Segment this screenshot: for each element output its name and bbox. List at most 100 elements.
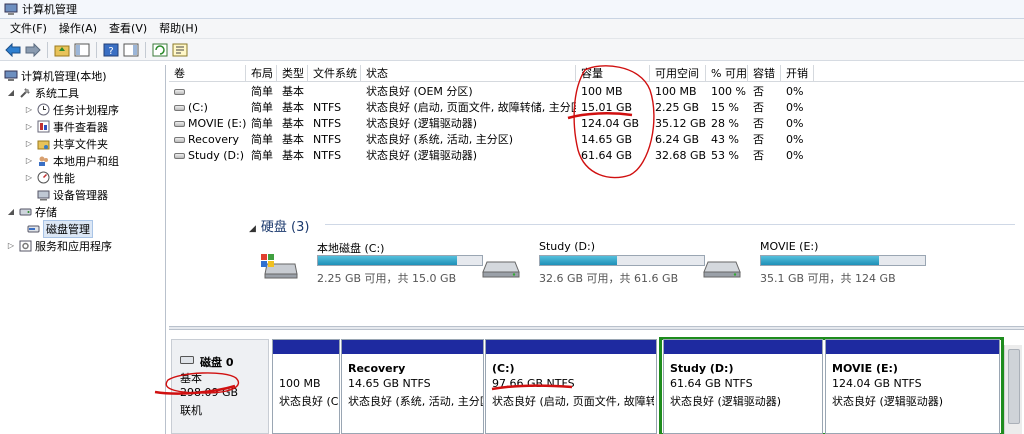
drive-space-info: 2.25 GB 可用，共 15.0 GB	[317, 272, 457, 285]
drive-tile-c[interactable]: 本地磁盘 (C:) 2.25 GB 可用，共 15.0 GB	[259, 240, 483, 290]
drive-tile-d[interactable]: Study (D:) 32.6 GB 可用，共 61.6 GB	[481, 240, 705, 290]
expanded-arrow-icon[interactable]: ◢	[6, 207, 16, 216]
console-tree-icon	[74, 43, 90, 56]
tree-item-shared-folders[interactable]: ▷ 共享文件夹	[24, 135, 108, 152]
column-header-capacity[interactable]: 容量	[576, 65, 650, 82]
up-folder-button[interactable]	[53, 41, 71, 59]
toolbar-separator	[96, 41, 97, 58]
partition-oem[interactable]: 100 MB 状态良好 (C	[272, 339, 340, 434]
partition-status: 状态良好 (C	[279, 395, 339, 408]
disk-0-label[interactable]: 磁盘 0 基本 298.09 GB 联机	[171, 339, 269, 434]
partition-d[interactable]: Study (D:) 61.64 GB NTFS 状态良好 (逻辑驱动器)	[663, 339, 823, 434]
menu-action[interactable]: 操作(A)	[53, 19, 103, 39]
tree-item-local-users[interactable]: ▷ 本地用户和组	[24, 152, 119, 169]
menu-view[interactable]: 查看(V)	[103, 19, 153, 39]
partition-size: 14.65 GB NTFS	[348, 377, 431, 390]
show-hide-tree-button[interactable]	[73, 41, 91, 59]
menu-help[interactable]: 帮助(H)	[153, 19, 204, 39]
tree-label: 设备管理器	[53, 188, 108, 202]
forward-arrow-icon	[25, 42, 41, 57]
tree-item-device-manager[interactable]: 设备管理器	[34, 186, 108, 203]
type-cell: 基本	[282, 85, 304, 98]
layout-cell: 简单	[251, 117, 273, 130]
export-list-button[interactable]	[171, 41, 189, 59]
tree-item-system-tools[interactable]: ◢ 系统工具	[6, 84, 79, 101]
column-header-volume[interactable]: 卷	[169, 65, 246, 82]
forward-button[interactable]	[24, 41, 42, 59]
disk-title: 磁盘 0	[200, 356, 234, 369]
disk-map-scrollbar[interactable]	[1004, 345, 1022, 434]
drive-tile-e[interactable]: MOVIE (E:) 35.1 GB 可用，共 124 GB	[702, 240, 926, 290]
device-manager-icon	[36, 188, 50, 202]
overhead-cell: 0%	[786, 85, 804, 98]
tree-label: 性能	[53, 171, 75, 185]
help-button[interactable]: ?	[102, 41, 120, 59]
partition-c[interactable]: (C:) 97.66 GB NTFS 状态良好 (启动, 页面文件, 故障转储	[485, 339, 657, 434]
table-row[interactable]: MOVIE (E:) 简单 基本 NTFS 状态良好 (逻辑驱动器) 124.0…	[169, 116, 1024, 132]
column-header-percent-free[interactable]: % 可用	[706, 65, 748, 82]
collapsed-arrow-icon[interactable]: ▷	[24, 173, 34, 182]
partition-recovery[interactable]: Recovery 14.65 GB NTFS 状态良好 (系统, 活动, 主分区…	[341, 339, 484, 434]
tree-item-storage[interactable]: ◢ 存储	[6, 203, 57, 220]
partition-e[interactable]: MOVIE (E:) 124.04 GB NTFS 状态良好 (逻辑驱动器)	[825, 339, 1000, 434]
partition-color-bar	[273, 340, 339, 354]
tree-item-performance[interactable]: ▷ 性能	[24, 169, 75, 186]
collapsed-arrow-icon[interactable]: ▷	[24, 122, 34, 131]
partition-name: (C:)	[492, 362, 515, 375]
capacity-cell: 15.01 GB	[581, 101, 633, 114]
collapsed-arrow-icon[interactable]: ▷	[24, 105, 34, 114]
menu-file[interactable]: 文件(F)	[4, 19, 53, 39]
column-header-type[interactable]: 类型	[277, 65, 308, 82]
expanded-arrow-icon: ◢	[249, 224, 256, 234]
tools-icon	[18, 86, 32, 100]
collapsed-arrow-icon[interactable]: ▷	[6, 241, 16, 250]
drive-usage-bar	[539, 255, 705, 266]
table-row[interactable]: (C:) 简单 基本 NTFS 状态良好 (启动, 页面文件, 故障转储, 主分…	[169, 100, 1024, 116]
show-hide-action-pane-button[interactable]	[122, 41, 140, 59]
collapsed-arrow-icon[interactable]: ▷	[24, 139, 34, 148]
computer-icon	[4, 69, 18, 83]
refresh-button[interactable]	[151, 41, 169, 59]
free-space-cell: 100 MB	[655, 85, 697, 98]
back-button[interactable]	[4, 41, 22, 59]
partition-color-bar	[664, 340, 822, 354]
tree-item-disk-management[interactable]: 磁盘管理	[24, 219, 93, 238]
disk-status: 联机	[180, 404, 202, 417]
column-header-layout[interactable]: 布局	[246, 65, 277, 82]
column-header-filesystem[interactable]: 文件系统	[308, 65, 361, 82]
column-header-fault-tolerance[interactable]: 容错	[748, 65, 781, 82]
window-title: 计算机管理	[22, 3, 77, 16]
tree-item-event-viewer[interactable]: ▷ 事件查看器	[24, 118, 108, 135]
pane-splitter[interactable]	[169, 326, 1024, 330]
collapsed-arrow-icon[interactable]: ▷	[24, 156, 34, 165]
hard-drives-heading[interactable]: ◢ 硬盘 (3)	[249, 216, 309, 235]
tree-label: 事件查看器	[53, 120, 108, 134]
partition-size: 100 MB	[279, 377, 321, 390]
overhead-cell: 0%	[786, 133, 804, 146]
toolbar-separator	[47, 41, 48, 58]
tree-item-task-scheduler[interactable]: ▷ 任务计划程序	[24, 101, 119, 118]
filesystem-cell: NTFS	[313, 101, 342, 114]
drive-usage-fill	[540, 256, 618, 265]
console-tree: 计算机管理(本地) ◢ 系统工具 ▷ 任务计划程序 ▷ 事件查看器 ▷ 共享文件…	[0, 65, 166, 434]
partition-status: 状态良好 (逻辑驱动器)	[832, 395, 944, 408]
column-header-overhead[interactable]: 开销	[781, 65, 814, 82]
volume-icon	[174, 89, 185, 95]
percent-free-cell: 100 %	[711, 85, 746, 98]
tree-item-services-apps[interactable]: ▷ 服务和应用程序	[6, 237, 112, 254]
table-row[interactable]: Study (D:) 简单 基本 NTFS 状态良好 (逻辑驱动器) 61.64…	[169, 148, 1024, 164]
layout-cell: 简单	[251, 85, 273, 98]
overhead-cell: 0%	[786, 149, 804, 162]
table-row[interactable]: 简单 基本 状态良好 (OEM 分区) 100 MB 100 MB 100 % …	[169, 84, 1024, 100]
free-space-cell: 6.24 GB	[655, 133, 700, 146]
computer-management-icon	[4, 3, 18, 15]
column-header-free-space[interactable]: 可用空间	[650, 65, 706, 82]
column-header-status[interactable]: 状态	[361, 65, 576, 82]
scrollbar-thumb[interactable]	[1008, 349, 1020, 424]
tree-item-root[interactable]: 计算机管理(本地)	[2, 67, 107, 84]
users-icon	[36, 154, 50, 168]
table-row[interactable]: Recovery 简单 基本 NTFS 状态良好 (系统, 活动, 主分区) 1…	[169, 132, 1024, 148]
overhead-cell: 0%	[786, 117, 804, 130]
expanded-arrow-icon[interactable]: ◢	[6, 88, 16, 97]
volume-icon	[174, 105, 185, 111]
